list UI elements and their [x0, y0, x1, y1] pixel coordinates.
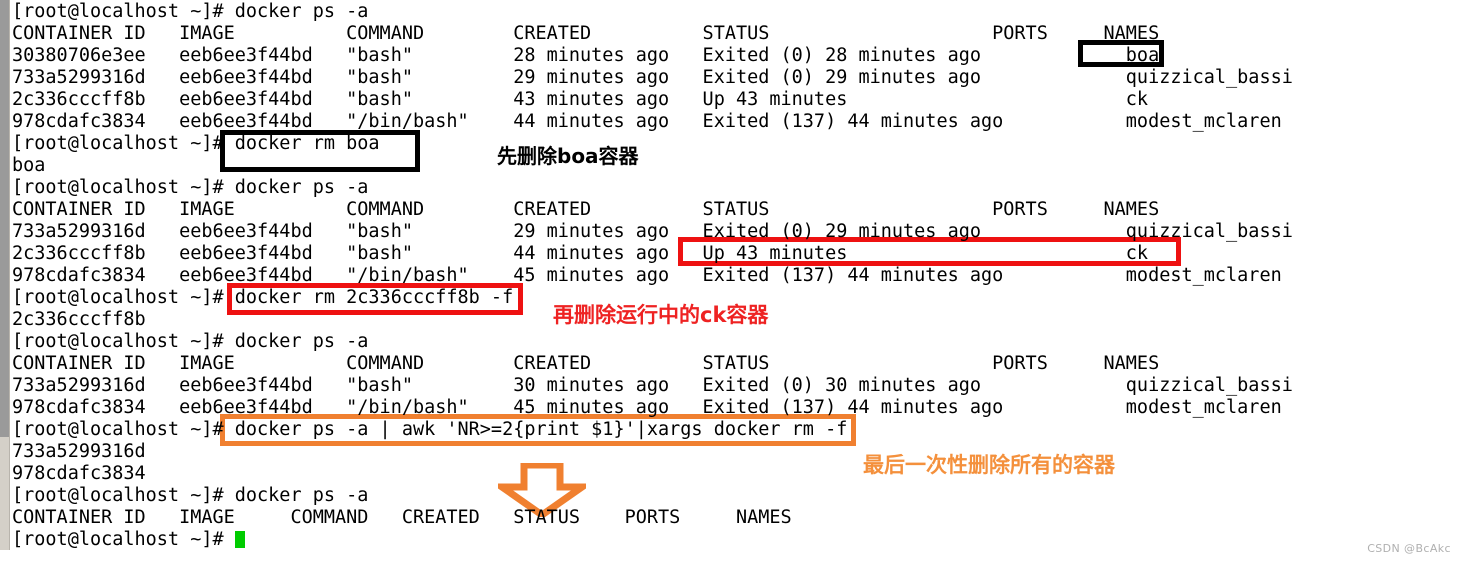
terminal-line: boa [12, 155, 46, 176]
terminal-line: [root@localhost ~]# docker rm boa [12, 133, 380, 154]
vertical-scrollbar[interactable] [0, 0, 10, 550]
terminal-line: 733a5299316d [12, 441, 146, 462]
terminal-line: 978cdafc3834 eeb6ee3f44bd "/bin/bash" 45… [12, 397, 1282, 418]
terminal-line: CONTAINER ID IMAGE COMMAND CREATED STATU… [12, 353, 1160, 374]
terminal-line: [root@localhost ~]# docker ps -a [12, 177, 369, 198]
terminal-line: 2c336cccff8b eeb6ee3f44bd "bash" 43 minu… [12, 89, 1149, 110]
terminal-line: 2c336cccff8b [12, 309, 146, 330]
terminal-screenshot: [root@localhost ~]# docker ps -a CONTAIN… [0, 0, 1461, 563]
terminal-line: [root@localhost ~]# docker rm 2c336cccff… [12, 287, 514, 308]
terminal-line: 30380706e3ee eeb6ee3f44bd "bash" 28 minu… [12, 45, 1160, 66]
csdn-watermark: CSDN @BcAkc [1367, 542, 1451, 555]
annotation-delete-ck: 再删除运行中的ck容器 [553, 303, 769, 327]
terminal-output: [root@localhost ~]# docker ps -a CONTAIN… [12, 0, 1461, 563]
terminal-line: 978cdafc3834 eeb6ee3f44bd "/bin/bash" 44… [12, 111, 1282, 132]
terminal-line: CONTAINER ID IMAGE COMMAND CREATED STATU… [12, 199, 1160, 220]
terminal-line: 733a5299316d eeb6ee3f44bd "bash" 29 minu… [12, 67, 1293, 88]
terminal-line: CONTAINER ID IMAGE COMMAND CREATED STATU… [12, 23, 1160, 44]
terminal-line: 978cdafc3834 eeb6ee3f44bd "/bin/bash" 45… [12, 265, 1282, 286]
terminal-line: [root@localhost ~]# docker ps -a [12, 1, 369, 22]
text-cursor [234, 531, 245, 548]
terminal-line: [root@localhost ~]# docker ps -a | awk '… [12, 419, 848, 440]
terminal-line: CONTAINER ID IMAGE COMMAND CREATED STATU… [12, 507, 792, 528]
scrollbar-thumb[interactable] [0, 0, 9, 437]
annotation-delete-all: 最后一次性删除所有的容器 [863, 453, 1115, 477]
terminal-line: [root@localhost ~]# docker ps -a [12, 485, 369, 506]
terminal-line: 733a5299316d eeb6ee3f44bd "bash" 30 minu… [12, 375, 1293, 396]
terminal-prompt-line: [root@localhost ~]# [12, 528, 245, 551]
terminal-line: [root@localhost ~]# docker ps -a [12, 331, 369, 352]
shell-prompt: [root@localhost ~]# [12, 529, 235, 550]
terminal-line: 978cdafc3834 [12, 463, 146, 484]
terminal-line: 2c336cccff8b eeb6ee3f44bd "bash" 44 minu… [12, 243, 1149, 264]
terminal-line: 733a5299316d eeb6ee3f44bd "bash" 29 minu… [12, 221, 1293, 242]
annotation-delete-boa: 先删除boa容器 [497, 144, 639, 168]
